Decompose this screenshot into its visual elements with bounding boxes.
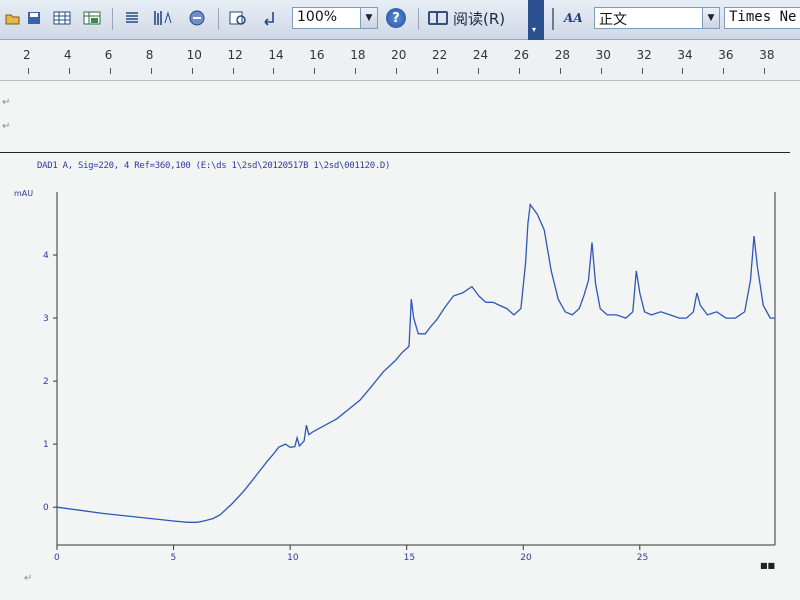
ruler-tick	[314, 68, 316, 74]
read-mode-button[interactable]: 阅读(R)	[428, 7, 505, 29]
read-mode-label: 阅读(R)	[453, 9, 506, 28]
ruler-label: 10	[186, 48, 202, 62]
toolbar-options-strip[interactable]: ▾	[528, 0, 544, 40]
end-mark-icon: ■■	[760, 561, 775, 570]
x-tick-label: 15	[404, 553, 415, 563]
chevron-down-icon[interactable]: ▼	[360, 8, 377, 28]
style-icon-letter: A	[564, 11, 574, 25]
style-icon-sub: A	[573, 11, 583, 25]
chromatogram-chart: mAU 0 5 10 15 20 25 0 1 2 3 4 ■■	[14, 189, 776, 570]
chart-series-line	[56, 202, 775, 523]
x-tick-label: 0	[54, 553, 60, 563]
y-tick-label: 1	[43, 440, 49, 450]
ruler-label: 26	[513, 48, 530, 62]
insert-excel-icon[interactable]	[80, 6, 104, 30]
ruler-tick	[682, 68, 684, 74]
ruler-tick	[191, 68, 193, 74]
help-icon: ?	[386, 8, 406, 28]
ruler-tick	[273, 68, 275, 74]
font-name-value: Times Ne	[729, 9, 797, 25]
paragraph-mark-icon: ↵	[2, 121, 11, 132]
ruler-tick	[518, 68, 520, 74]
ruler-tick	[477, 68, 479, 74]
paragraph-style-combo[interactable]: 正文 ▼	[594, 7, 720, 29]
ruler-label: 22	[432, 48, 448, 62]
chevron-down-icon[interactable]: ▼	[702, 8, 719, 28]
ruler-tick	[28, 68, 29, 74]
save-icon[interactable]	[22, 6, 46, 30]
y-tick-label: 3	[43, 314, 49, 324]
ruler-tick	[109, 68, 111, 74]
toolbar-options-icon: ▾	[532, 25, 537, 34]
ruler-tick	[641, 68, 643, 74]
ruler-label: 18	[350, 48, 366, 62]
ruler-tick	[723, 68, 725, 74]
horizontal-ruler[interactable]: 2 4 6 8 10 12 14 16 18 20 22 24 26 28 30 32 34 36 38	[0, 40, 800, 81]
ruler-label: 30	[595, 48, 611, 62]
formatting-toolbar: 100% ▼ ? 阅读(R) ▾ AA 正文 ▼ Times Ne	[0, 0, 800, 40]
ruler-label: 6	[104, 48, 113, 62]
drawing-icon[interactable]	[185, 6, 209, 30]
ruler-label: 14	[268, 48, 284, 62]
ruler-tick	[232, 68, 234, 74]
ruler-label: 34	[677, 48, 693, 62]
x-tick-label: 5	[171, 553, 177, 563]
book-icon	[428, 11, 448, 25]
x-tick-label: 20	[520, 553, 532, 563]
chart-axes	[56, 192, 776, 546]
ruler-tick	[437, 68, 438, 74]
ruler-tick	[559, 68, 561, 74]
ruler-label: 20	[391, 48, 407, 62]
ruler-label: 32	[636, 48, 652, 62]
columns-icon[interactable]	[120, 6, 144, 30]
ruler-tick	[355, 68, 357, 74]
ruler-label: 38	[759, 48, 775, 62]
x-tick-label: 25	[637, 553, 648, 563]
show-formatting-icon[interactable]	[258, 6, 282, 30]
ruler-tick	[396, 68, 398, 74]
ruler-label: 28	[554, 48, 570, 62]
ruler-label: 16	[309, 48, 325, 62]
zoom-value: 100%	[297, 9, 338, 25]
y-axis-label: mAU	[14, 189, 33, 198]
ruler-label: 24	[472, 48, 489, 62]
ruler-label: 2	[23, 48, 31, 62]
open-icon[interactable]	[0, 6, 24, 30]
ruler-tick	[600, 68, 602, 74]
zoom-combo[interactable]: 100% ▼	[292, 7, 378, 29]
font-name-combo[interactable]: Times Ne	[724, 7, 800, 29]
document-map-icon[interactable]	[226, 6, 250, 30]
ruler-label: 12	[227, 48, 243, 62]
ruler-label: 4	[63, 48, 72, 62]
ruler-label: 8	[145, 48, 154, 62]
y-tick-label: 2	[43, 377, 49, 387]
y-tick-label: 0	[43, 503, 49, 513]
ruler-tick	[764, 68, 766, 74]
ruler-label: 36	[718, 48, 734, 62]
x-tick-label: 10	[287, 553, 299, 563]
y-tick-label: 4	[43, 251, 49, 261]
paragraph-mark-icon: ↵	[2, 97, 11, 108]
insert-table-icon[interactable]	[50, 6, 74, 30]
ruler-tick	[68, 68, 70, 74]
help-button[interactable]: ?	[386, 8, 406, 32]
sort-icon[interactable]	[150, 6, 174, 30]
styles-and-formatting-icon[interactable]: AA	[564, 6, 583, 27]
paragraph-style-value: 正文	[599, 12, 627, 28]
ruler-tick	[150, 68, 152, 74]
